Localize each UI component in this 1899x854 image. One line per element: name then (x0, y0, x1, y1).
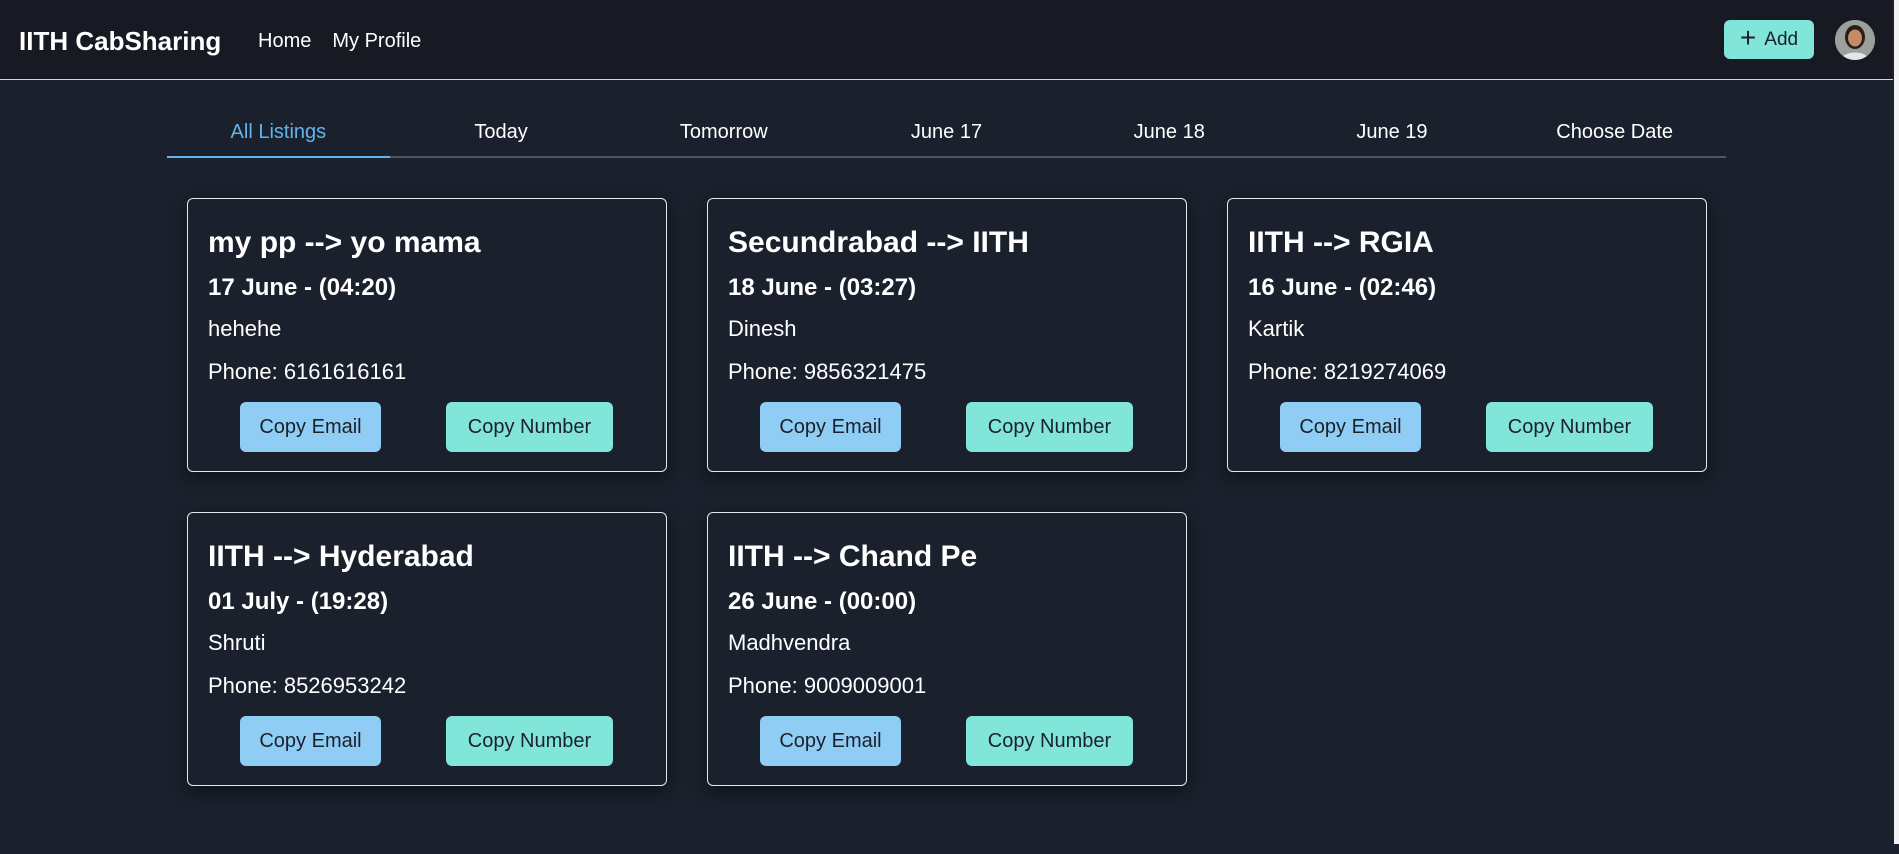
tab-june-17[interactable]: June 17 (835, 112, 1058, 156)
listing-datetime: 17 June - (04:20) (208, 274, 397, 301)
avatar-image (1835, 20, 1875, 60)
listing-card: Secundrabad --> IITH 18 June - (03:27) D… (707, 198, 1187, 472)
listing-card: IITH --> Hyderabad 01 July - (19:28) Shr… (187, 512, 667, 786)
listing-route: my pp --> yo mama (208, 226, 481, 259)
listing-name: Madhvendra (728, 630, 851, 655)
listing-datetime: 26 June - (00:00) (728, 588, 917, 615)
listing-route: IITH --> Hyderabad (208, 540, 474, 573)
listing-route: Secundrabad --> IITH (728, 226, 1029, 259)
app-title[interactable]: IITH CabSharing (19, 24, 221, 58)
add-button-label: Add (1764, 28, 1799, 50)
copy-number-button[interactable]: Copy Number (446, 402, 613, 452)
plus-icon: + (1739, 22, 1757, 53)
listing-name: Dinesh (728, 316, 797, 341)
tab-june-18[interactable]: June 18 (1058, 112, 1281, 156)
tab-all-listings[interactable]: All Listings (167, 112, 390, 158)
tab-choose-date[interactable]: Choose Date (1503, 112, 1726, 156)
copy-email-button[interactable]: Copy Email (760, 716, 901, 766)
copy-email-button[interactable]: Copy Email (760, 402, 901, 452)
copy-email-button[interactable]: Copy Email (240, 716, 381, 766)
tab-tomorrow[interactable]: Tomorrow (612, 112, 835, 156)
copy-number-button[interactable]: Copy Number (446, 716, 613, 766)
page: IITH CabSharing Home My Profile + Add Al… (0, 0, 1893, 854)
nav-links: Home My Profile (258, 28, 421, 54)
listing-phone: Phone: 9856321475 (728, 359, 927, 384)
listing-phone: Phone: 8526953242 (208, 673, 407, 698)
listing-datetime: 18 June - (03:27) (728, 274, 917, 301)
add-button[interactable]: + Add (1724, 20, 1814, 59)
listing-datetime: 01 July - (19:28) (208, 588, 389, 615)
scrollbar-thumb[interactable] (1894, 0, 1899, 844)
listing-route: IITH --> RGIA (1248, 226, 1434, 259)
tab-june-19[interactable]: June 19 (1281, 112, 1504, 156)
page-scrollbar[interactable] (1893, 0, 1899, 854)
listing-phone: Phone: 6161616161 (208, 359, 407, 384)
listing-name: Kartik (1248, 316, 1305, 341)
listing-name: Shruti (208, 630, 266, 655)
listing-card: my pp --> yo mama 17 June - (04:20) hehe… (187, 198, 667, 472)
copy-email-button[interactable]: Copy Email (1280, 402, 1421, 452)
copy-number-button[interactable]: Copy Number (966, 402, 1133, 452)
navbar: IITH CabSharing Home My Profile + Add (0, 0, 1893, 80)
nav-link-home[interactable]: Home (258, 28, 311, 54)
copy-number-button[interactable]: Copy Number (1486, 402, 1653, 452)
copy-email-button[interactable]: Copy Email (240, 402, 381, 452)
listing-phone: Phone: 9009009001 (728, 673, 927, 698)
listing-card: IITH --> Chand Pe 26 June - (00:00) Madh… (707, 512, 1187, 786)
listing-datetime: 16 June - (02:46) (1248, 274, 1437, 301)
listing-card: IITH --> RGIA 16 June - (02:46) Kartik P… (1227, 198, 1707, 472)
listing-name: hehehe (208, 316, 282, 341)
tab-today[interactable]: Today (390, 112, 613, 156)
listing-route: IITH --> Chand Pe (728, 540, 978, 573)
avatar[interactable] (1835, 20, 1875, 60)
date-filter-tabs: All Listings Today Tomorrow June 17 June… (167, 112, 1726, 158)
copy-number-button[interactable]: Copy Number (966, 716, 1133, 766)
listing-phone: Phone: 8219274069 (1248, 359, 1447, 384)
nav-link-my-profile[interactable]: My Profile (332, 28, 421, 54)
